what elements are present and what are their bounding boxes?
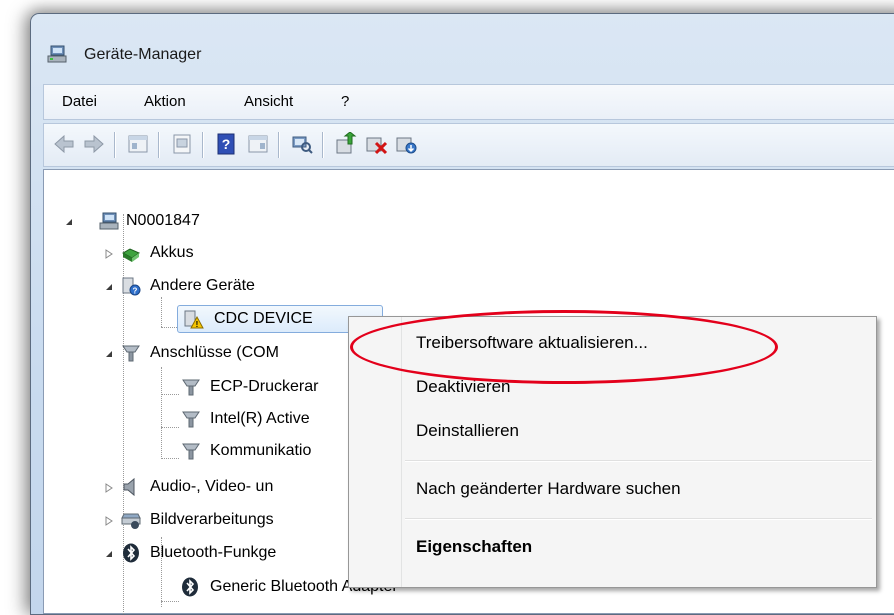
tree-node-label: Kommunikatio (210, 442, 312, 459)
window-title: Geräte-Manager (84, 46, 202, 63)
battery-icon (121, 248, 141, 262)
toolbar-separator (322, 132, 324, 158)
tree-node-label: Audio-, Video- un (150, 478, 274, 495)
uninstall-device-icon[interactable] (394, 132, 418, 156)
tree-node-label: CDC DEVICE (214, 310, 313, 327)
tree-root-label: N0001847 (126, 212, 200, 229)
bluetooth-icon (123, 543, 139, 563)
tree-connector (161, 297, 162, 327)
scanner-icon (121, 513, 141, 529)
back-arrow-icon[interactable] (52, 132, 76, 156)
update-driver-icon[interactable] (334, 132, 358, 156)
menu-help[interactable]: ? (341, 93, 349, 110)
tree-node-label: Intel(R) Active (210, 410, 310, 427)
toolbar-separator (158, 132, 160, 158)
tree-connector (161, 458, 179, 459)
unknown-device-icon: ? (122, 277, 141, 296)
scan-hardware-icon[interactable] (290, 132, 314, 156)
menu-item-uninstall[interactable]: Deinstallieren (416, 421, 519, 441)
tree-node-label: Bluetooth-Funkge (150, 544, 277, 561)
menu-item-scan-hardware[interactable]: Nach geänderter Hardware suchen (416, 479, 681, 499)
port-connector-icon (182, 443, 200, 460)
menu-item-properties[interactable]: Eigenschaften (416, 537, 532, 557)
context-menu-separator (405, 518, 872, 520)
tree-node-label: Bildverarbeitungs (150, 511, 274, 528)
expanded-arrow-icon[interactable] (104, 349, 114, 359)
console-tree-icon[interactable] (126, 132, 150, 156)
action-pane-icon[interactable] (246, 132, 270, 156)
svg-text:?: ? (222, 136, 231, 152)
bluetooth-adapter-icon (182, 577, 198, 597)
port-connector-icon (182, 379, 200, 396)
properties-icon[interactable] (170, 132, 194, 156)
tree-node-label: Akkus (150, 244, 194, 261)
context-menu-gutter (349, 317, 402, 587)
svg-text:?: ? (133, 287, 138, 296)
collapsed-arrow-icon[interactable] (104, 483, 114, 493)
toolbar: ? (43, 123, 894, 167)
toolbar-separator (202, 132, 204, 158)
toolbar-separator (278, 132, 280, 158)
menu-ansicht[interactable]: Ansicht (244, 93, 293, 110)
expanded-arrow-icon[interactable] (104, 549, 114, 559)
tree-connector (161, 394, 179, 395)
svg-text:!: ! (196, 320, 199, 329)
menu-datei[interactable]: Datei (62, 93, 97, 110)
context-menu-separator (405, 460, 872, 462)
expanded-arrow-icon[interactable] (104, 282, 114, 292)
menu-aktion[interactable]: Aktion (144, 93, 186, 110)
collapsed-arrow-icon[interactable] (104, 516, 114, 526)
toolbar-separator (114, 132, 116, 158)
tree-connector (161, 601, 179, 602)
speaker-icon (123, 477, 135, 497)
menu-item-update-driver[interactable]: Treibersoftware aktualisieren... (416, 333, 648, 353)
help-icon[interactable]: ? (214, 132, 238, 156)
forward-arrow-icon[interactable] (82, 132, 106, 156)
tree-node-label: ECP-Druckerar (210, 378, 319, 395)
tree-node-label: Andere Geräte (150, 277, 255, 294)
computer-icon (99, 212, 119, 230)
collapsed-arrow-icon[interactable] (104, 249, 114, 259)
device-manager-app-icon (47, 45, 67, 63)
context-menu: Treibersoftware aktualisieren... Deaktiv… (348, 316, 877, 588)
menu-bar: Datei Aktion Ansicht ? (43, 84, 894, 120)
port-connector-icon (122, 345, 140, 362)
expanded-arrow-icon[interactable] (64, 217, 74, 227)
tree-node-label: Anschlüsse (COM (150, 344, 279, 361)
menu-item-disable[interactable]: Deaktivieren (416, 377, 511, 397)
warning-device-icon: ! (184, 310, 204, 329)
tree-connector (161, 367, 162, 457)
port-connector-icon (182, 411, 200, 428)
tree-connector (161, 427, 179, 428)
disable-device-icon[interactable] (364, 132, 388, 156)
title-bar[interactable]: Geräte-Manager (31, 14, 894, 78)
